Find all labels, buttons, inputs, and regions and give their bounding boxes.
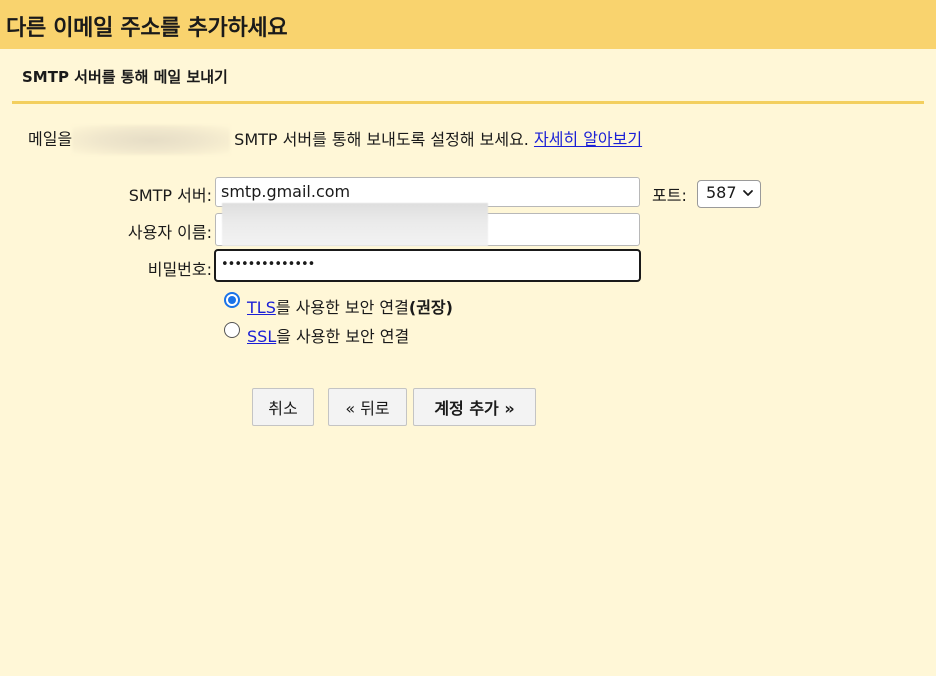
port-label: 포트: <box>652 186 687 205</box>
section-title: SMTP 서버를 통해 메일 보내기 <box>22 68 228 86</box>
port-value: 587 <box>706 183 737 202</box>
section-divider <box>12 101 924 104</box>
redacted-username <box>222 203 488 246</box>
ssl-radio[interactable] <box>224 322 240 338</box>
dialog-title: 다른 이메일 주소를 추가하세요 <box>6 16 288 41</box>
tls-option-text: TLS를 사용한 보안 연결(권장) <box>247 294 453 318</box>
tls-radio[interactable] <box>224 292 240 308</box>
back-button[interactable]: « 뒤로 <box>328 388 407 426</box>
chevron-down-icon <box>743 190 753 196</box>
intro-description: SMTP 서버를 통해 보내도록 설정해 보세요. <box>234 129 529 149</box>
ssl-link[interactable]: SSL <box>247 327 276 346</box>
smtp-server-value: smtp.gmail.com <box>221 182 351 201</box>
intro-prefix: 메일을 <box>28 129 73 149</box>
dialog-header: 다른 이메일 주소를 추가하세요 <box>0 0 936 49</box>
tls-recommended: (권장) <box>408 298 453 317</box>
port-select[interactable]: 587 <box>697 180 761 208</box>
smtp-server-label: SMTP 서버: <box>128 186 212 205</box>
ssl-option-text: SSL을 사용한 보안 연결 <box>247 323 409 347</box>
password-label: 비밀번호: <box>147 260 212 279</box>
password-mask: •••••••••••••• <box>221 257 315 272</box>
cancel-button[interactable]: 취소 <box>252 388 314 426</box>
redacted-email-address <box>72 125 231 155</box>
add-account-button[interactable]: 계정 추가 » <box>413 388 536 426</box>
learn-more-link[interactable]: 자세히 알아보기 <box>534 130 642 149</box>
intro-text: 메일을 SMTP 서버를 통해 보내도록 설정해 보세요. 자세히 알아보기 <box>28 125 642 155</box>
tls-link[interactable]: TLS <box>247 298 276 317</box>
username-label: 사용자 이름: <box>127 223 212 242</box>
tls-option-label: 를 사용한 보안 연결 <box>275 298 409 317</box>
ssl-option-label: 을 사용한 보안 연결 <box>276 327 410 346</box>
